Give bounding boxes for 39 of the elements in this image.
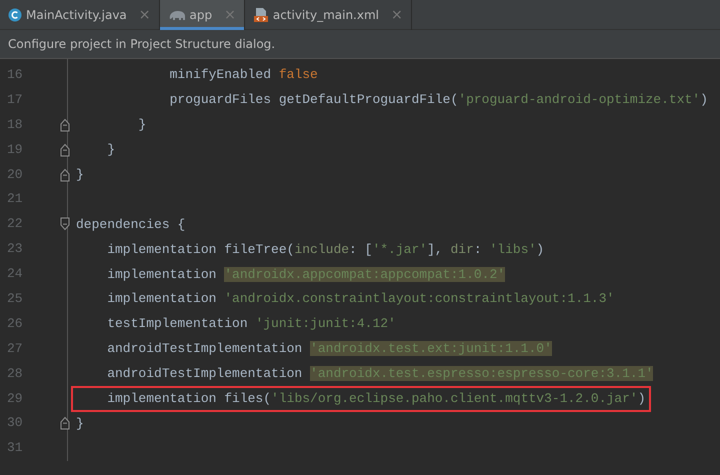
notification-banner: Configure project in Project Structure dialog.: [0, 30, 720, 59]
code-line: }: [106, 141, 116, 160]
code-line: proguardFiles getDefaultProguardFile('proguard-android-optimize.txt'): [168, 91, 709, 110]
fold-marker-icon[interactable]: [60, 118, 70, 132]
line-number: 22: [7, 216, 23, 232]
code-line: minifyEnabled false: [168, 66, 319, 84]
code-line: implementation files('libs/org.eclipse.paho.client.mqttv3-1.2.0.jar'): [74, 389, 648, 410]
fold-marker-icon[interactable]: [60, 168, 70, 182]
line-number: 26: [7, 316, 23, 331]
code-line: implementation 'androidx.constraintlayout:constraintlayout:1.1.3': [106, 290, 616, 308]
line-number: 25: [7, 291, 23, 306]
editor-tab[interactable]: app ×: [160, 0, 245, 30]
line-number: 31: [7, 440, 23, 456]
line-number: 30: [7, 415, 23, 430]
line-number: 16: [7, 67, 23, 82]
line-number: 21: [7, 191, 23, 206]
close-icon[interactable]: ×: [138, 4, 151, 26]
class-icon: [8, 8, 22, 22]
code-line: }: [75, 414, 85, 433]
fold-marker-icon[interactable]: [60, 416, 70, 430]
code-line: implementation fileTree(include: ['*.jar'], dir: 'libs'): [106, 240, 546, 259]
fold-marker-icon[interactable]: [60, 217, 70, 232]
line-number: 27: [7, 340, 23, 356]
code-line: }: [75, 166, 85, 184]
xml-file-icon: [252, 7, 269, 23]
line-number: 19: [7, 142, 23, 157]
line-number: 23: [7, 241, 23, 256]
line-number: 24: [7, 266, 23, 282]
code-line: dependencies {: [75, 216, 186, 234]
line-number: 29: [7, 390, 23, 406]
line-number: 20: [7, 166, 23, 182]
line-number: 28: [7, 366, 23, 381]
line-number: 17: [7, 92, 23, 107]
code-line: }: [137, 116, 148, 134]
line-number: 18: [7, 116, 23, 132]
close-icon[interactable]: ×: [391, 4, 403, 26]
elephant-icon: [168, 8, 186, 22]
code-line: testImplementation 'junit:junit:4.12': [106, 315, 397, 334]
fold-marker-icon[interactable]: [60, 142, 70, 157]
